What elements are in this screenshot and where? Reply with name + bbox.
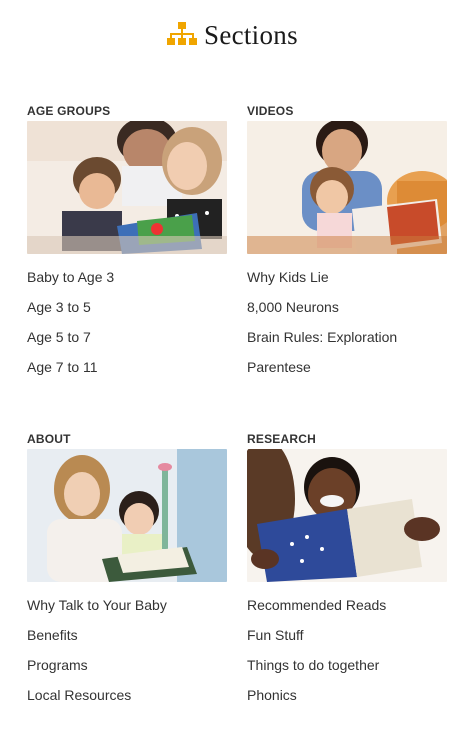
link-phonics[interactable]: Phonics bbox=[247, 687, 297, 703]
mother-daughter-reading-photo bbox=[247, 121, 447, 254]
section-image-link[interactable] bbox=[27, 449, 227, 582]
section-card-videos: VIDEOS Why Kids Lie 8,000 Neurons Brain … bbox=[247, 104, 447, 375]
mother-baby-reading-photo bbox=[27, 449, 227, 582]
link-parentese[interactable]: Parentese bbox=[247, 359, 311, 375]
section-card-age-groups: AGE GROUPS Baby to Age 3 Age 3 to 5 Age … bbox=[27, 104, 227, 375]
list-item: 8,000 Neurons bbox=[247, 292, 467, 322]
link-age-3-to-5[interactable]: Age 3 to 5 bbox=[27, 299, 91, 315]
list-item: Age 3 to 5 bbox=[27, 292, 247, 322]
section-link-list: Why Talk to Your Baby Benefits Programs … bbox=[27, 590, 247, 710]
list-item: Why Talk to Your Baby bbox=[27, 590, 247, 620]
section-title[interactable]: AGE GROUPS bbox=[27, 104, 227, 118]
link-recommended-reads[interactable]: Recommended Reads bbox=[247, 597, 386, 613]
parent-child-reading-photo bbox=[27, 121, 227, 254]
section-image-link[interactable] bbox=[247, 449, 447, 582]
section-title[interactable]: ABOUT bbox=[27, 432, 227, 446]
list-item: Baby to Age 3 bbox=[27, 262, 247, 292]
section-title[interactable]: VIDEOS bbox=[247, 104, 447, 118]
link-local-resources[interactable]: Local Resources bbox=[27, 687, 131, 703]
list-item: Parentese bbox=[247, 352, 467, 382]
section-image-link[interactable] bbox=[247, 121, 447, 254]
link-age-5-to-7[interactable]: Age 5 to 7 bbox=[27, 329, 91, 345]
section-image-link[interactable] bbox=[27, 121, 227, 254]
section-link-list: Recommended Reads Fun Stuff Things to do… bbox=[247, 590, 467, 710]
page-header: Sections bbox=[0, 18, 471, 52]
list-item: Age 5 to 7 bbox=[27, 322, 247, 352]
list-item: Why Kids Lie bbox=[247, 262, 467, 292]
link-baby-to-age-3[interactable]: Baby to Age 3 bbox=[27, 269, 114, 285]
section-link-list: Baby to Age 3 Age 3 to 5 Age 5 to 7 Age … bbox=[27, 262, 247, 382]
list-item: Brain Rules: Exploration bbox=[247, 322, 467, 352]
list-item: Benefits bbox=[27, 620, 247, 650]
link-things-to-do-together[interactable]: Things to do together bbox=[247, 657, 379, 673]
list-item: Programs bbox=[27, 650, 247, 680]
list-item: Recommended Reads bbox=[247, 590, 467, 620]
link-8000-neurons[interactable]: 8,000 Neurons bbox=[247, 299, 339, 315]
section-title[interactable]: RESEARCH bbox=[247, 432, 447, 446]
section-card-research: RESEARCH Recommended Reads Fun Stuff Thi… bbox=[247, 432, 447, 703]
link-why-kids-lie[interactable]: Why Kids Lie bbox=[247, 269, 329, 285]
link-age-7-to-11[interactable]: Age 7 to 11 bbox=[27, 359, 98, 375]
link-why-talk-to-your-baby[interactable]: Why Talk to Your Baby bbox=[27, 597, 167, 613]
link-brain-rules-exploration[interactable]: Brain Rules: Exploration bbox=[247, 329, 397, 345]
list-item: Fun Stuff bbox=[247, 620, 467, 650]
section-card-about: ABOUT Why Talk to Your Baby Benefits Pro… bbox=[27, 432, 227, 703]
link-programs[interactable]: Programs bbox=[27, 657, 88, 673]
list-item: Local Resources bbox=[27, 680, 247, 710]
page-title: Sections bbox=[204, 20, 298, 50]
section-link-list: Why Kids Lie 8,000 Neurons Brain Rules: … bbox=[247, 262, 467, 382]
link-fun-stuff[interactable]: Fun Stuff bbox=[247, 627, 304, 643]
list-item: Phonics bbox=[247, 680, 467, 710]
list-item: Age 7 to 11 bbox=[27, 352, 247, 382]
sitemap-icon bbox=[167, 22, 197, 45]
boy-reading-book-photo bbox=[247, 449, 447, 582]
list-item: Things to do together bbox=[247, 650, 467, 680]
link-benefits[interactable]: Benefits bbox=[27, 627, 78, 643]
